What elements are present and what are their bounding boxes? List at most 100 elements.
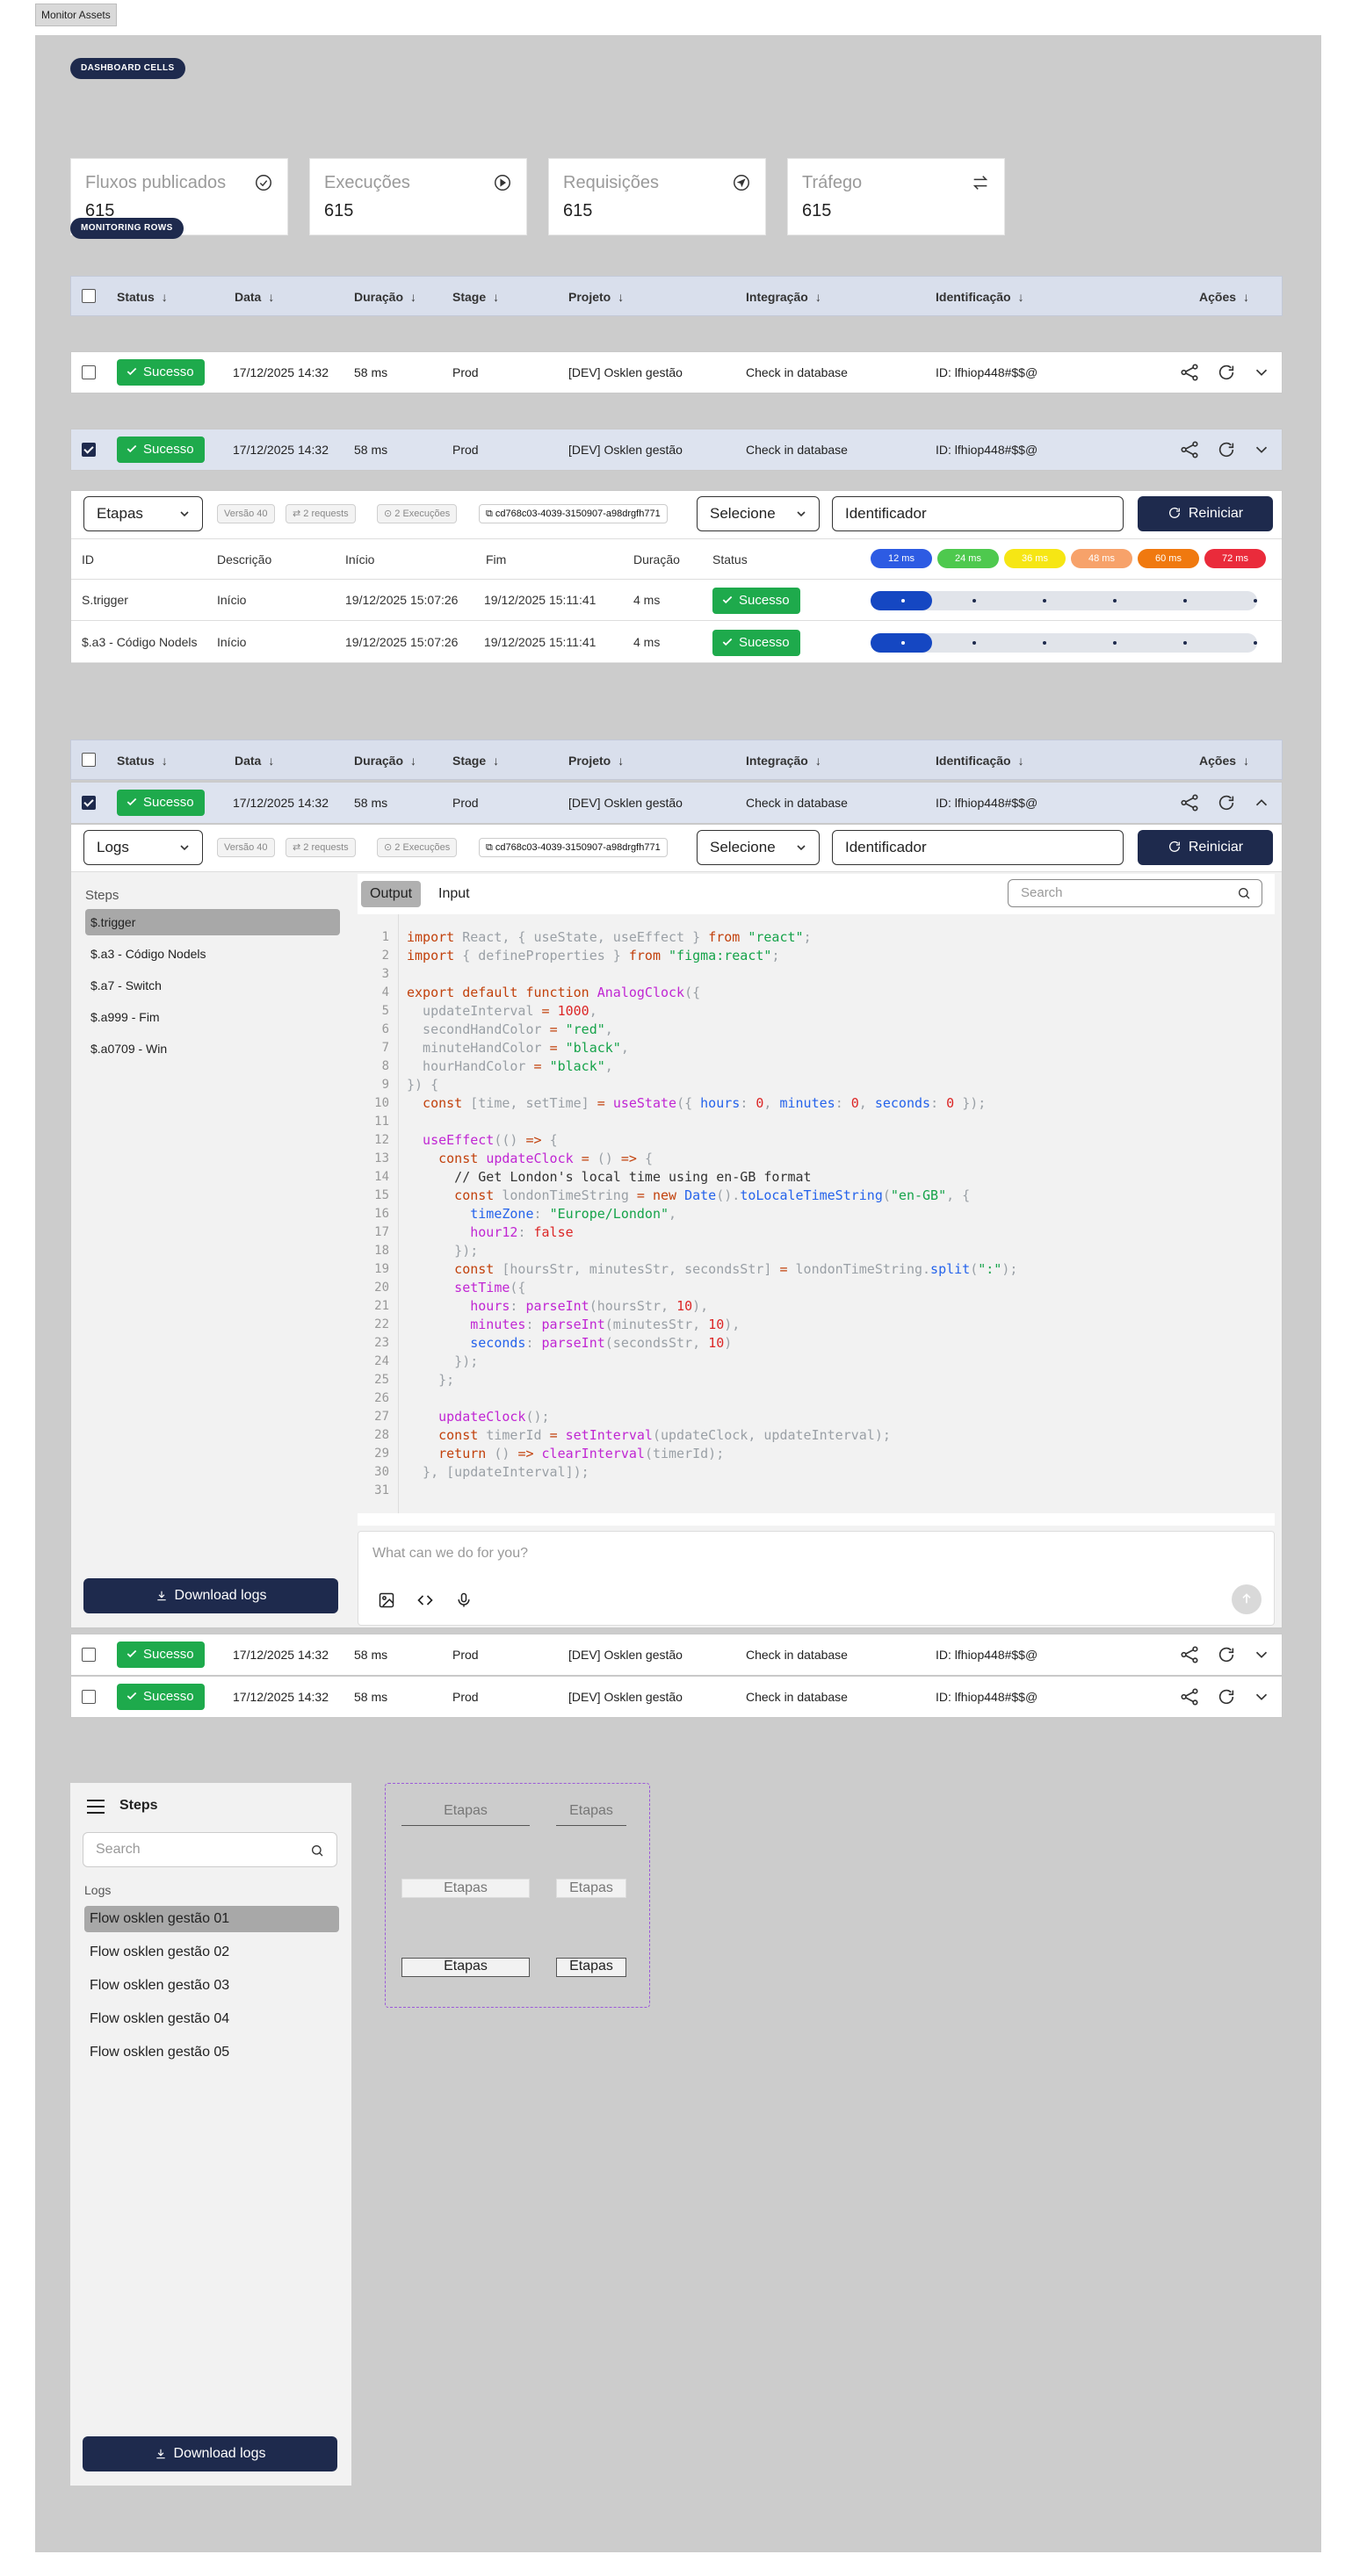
- step-row[interactable]: S.trigger Início 19/12/2025 15:07:26 19/…: [71, 581, 1282, 621]
- share-flow-icon[interactable]: [1180, 1645, 1199, 1664]
- chevron-up-icon[interactable]: [1252, 793, 1271, 812]
- chevron-down-icon[interactable]: [1252, 1687, 1271, 1707]
- share-flow-icon[interactable]: [1180, 440, 1199, 459]
- log-search-input[interactable]: Search: [1008, 879, 1262, 907]
- table-row[interactable]: Sucesso 17/12/2025 14:32 58 ms Prod [DEV…: [70, 1676, 1283, 1718]
- column-header-status[interactable]: Status ↓: [117, 277, 168, 317]
- variant-outlined-wide[interactable]: Etapas: [401, 1958, 530, 1977]
- refresh-icon[interactable]: [1217, 363, 1236, 382]
- log-step-item[interactable]: $.trigger: [85, 909, 340, 935]
- status-badge: Sucesso: [117, 1684, 205, 1710]
- prompt-box[interactable]: What can we do for you?: [358, 1531, 1275, 1626]
- column-header-projeto[interactable]: Projeto ↓: [568, 277, 624, 317]
- table-row[interactable]: Sucesso 17/12/2025 14:32 58 ms Prod [DEV…: [70, 1634, 1283, 1676]
- share-flow-icon[interactable]: [1180, 1687, 1199, 1707]
- timeline-dot: [1113, 599, 1117, 603]
- column-header-integracao[interactable]: Integração ↓: [746, 740, 821, 781]
- chevron-down-icon: [180, 845, 189, 851]
- column-header-duracao[interactable]: Duração ↓: [354, 277, 416, 317]
- column-header-duracao[interactable]: Duração ↓: [354, 740, 416, 781]
- check-icon: [127, 797, 137, 806]
- row-checkbox[interactable]: [82, 1648, 96, 1662]
- filter-select[interactable]: Selecione: [697, 496, 820, 531]
- requests-chip: ⇄ 2 requests: [286, 504, 356, 523]
- code-viewer[interactable]: 1 2 3 4 5 6 7 8 9 10 11 12 13 14 15 16 1…: [358, 914, 1275, 1513]
- sidebar-search-input[interactable]: Search: [83, 1832, 337, 1867]
- timeline-fill: [871, 591, 932, 610]
- variant-underline-narrow[interactable]: Etapas: [556, 1803, 626, 1826]
- download-icon: [156, 1591, 166, 1601]
- restart-button[interactable]: Reiniciar: [1138, 830, 1273, 865]
- flow-list-item[interactable]: Flow osklen gestão 01: [84, 1906, 339, 1932]
- cell-integration: Check in database: [746, 796, 848, 810]
- cell-duration: 58 ms: [354, 1690, 388, 1704]
- step-row[interactable]: $.a3 - Código Nodels Início 19/12/2025 1…: [71, 623, 1282, 663]
- table-row[interactable]: Sucesso 17/12/2025 14:32 58 ms Prod [DEV…: [70, 782, 1283, 824]
- hash-chip[interactable]: ⧉ cd768c03-4039-3150907-a98drgfh771: [479, 838, 668, 857]
- variant-filled-narrow[interactable]: Etapas: [556, 1879, 626, 1898]
- log-step-item[interactable]: $.a3 - Código Nodels: [85, 941, 340, 967]
- table-row[interactable]: Sucesso 17/12/2025 14:32 58 ms Prod [DEV…: [70, 429, 1283, 471]
- hamburger-menu-icon[interactable]: [86, 1799, 105, 1815]
- flow-list-item[interactable]: Flow osklen gestão 04: [84, 2006, 339, 2032]
- restart-button[interactable]: Reiniciar: [1138, 496, 1273, 531]
- download-logs-button[interactable]: Download logs: [83, 1578, 338, 1613]
- log-step-item[interactable]: $.a0709 - Win: [85, 1035, 340, 1062]
- column-header-projeto[interactable]: Projeto ↓: [568, 740, 624, 781]
- send-button[interactable]: [1232, 1584, 1262, 1614]
- swap-arrows-icon: [972, 176, 988, 190]
- row-checkbox[interactable]: [82, 796, 96, 810]
- flow-list-item[interactable]: Flow osklen gestão 05: [84, 2039, 339, 2066]
- refresh-icon[interactable]: [1217, 793, 1236, 812]
- table-row[interactable]: Sucesso 17/12/2025 14:32 58 ms Prod [DEV…: [70, 351, 1283, 393]
- identifier-input[interactable]: Identificador: [832, 830, 1124, 865]
- prompt-input[interactable]: What can we do for you?: [372, 1546, 528, 1562]
- steps-col-end: Fim: [486, 552, 507, 566]
- column-header-status[interactable]: Status ↓: [117, 740, 168, 781]
- microphone-icon[interactable]: [455, 1591, 473, 1609]
- log-step-item[interactable]: $.a999 - Fim: [85, 1004, 340, 1030]
- refresh-icon[interactable]: [1217, 440, 1236, 459]
- row-checkbox[interactable]: [82, 443, 96, 457]
- refresh-icon[interactable]: [1217, 1645, 1236, 1664]
- column-header-acoes[interactable]: Ações ↓: [1199, 277, 1249, 317]
- column-header-stage[interactable]: Stage ↓: [452, 277, 499, 317]
- variant-filled-wide[interactable]: Etapas: [401, 1879, 530, 1898]
- table-header: Status ↓ Data ↓ Duração ↓ Stage ↓ Projeto ↓ I…: [70, 276, 1283, 316]
- column-header-identificacao[interactable]: Identificação ↓: [936, 740, 1024, 781]
- chevron-down-icon[interactable]: [1252, 363, 1271, 382]
- tab-input[interactable]: Input: [438, 881, 470, 907]
- identifier-input[interactable]: Identificador: [832, 496, 1124, 531]
- variant-underline-wide[interactable]: Etapas: [401, 1803, 530, 1826]
- column-header-data[interactable]: Data ↓: [235, 740, 274, 781]
- chevron-down-icon[interactable]: [1252, 440, 1271, 459]
- hash-chip[interactable]: ⧉ cd768c03-4039-3150907-a98drgfh771: [479, 504, 668, 523]
- download-logs-button[interactable]: Download logs: [83, 2436, 337, 2471]
- refresh-icon[interactable]: [1217, 1687, 1236, 1707]
- column-header-data[interactable]: Data ↓: [235, 277, 274, 317]
- search-icon: [1239, 888, 1250, 899]
- view-select[interactable]: Logs: [83, 830, 203, 865]
- chevron-down-icon[interactable]: [1252, 1645, 1271, 1664]
- tab-output[interactable]: Output: [361, 881, 422, 907]
- row-checkbox[interactable]: [82, 1690, 96, 1704]
- view-select[interactable]: Etapas: [83, 496, 203, 531]
- card-title: Requisições: [563, 173, 659, 192]
- share-flow-icon[interactable]: [1180, 363, 1199, 382]
- share-flow-icon[interactable]: [1180, 793, 1199, 812]
- column-header-acoes[interactable]: Ações ↓: [1199, 740, 1249, 781]
- flow-list-item[interactable]: Flow osklen gestão 02: [84, 1939, 339, 1966]
- column-header-identificacao[interactable]: Identificação ↓: [936, 277, 1024, 317]
- select-all-checkbox[interactable]: [82, 289, 96, 303]
- filter-select[interactable]: Selecione: [697, 830, 820, 865]
- code-icon[interactable]: [416, 1591, 434, 1609]
- log-step-item[interactable]: $.a7 - Switch: [85, 972, 340, 999]
- cell-project: [DEV] Osklen gestão: [568, 1648, 683, 1662]
- image-icon[interactable]: [378, 1591, 395, 1609]
- flow-list-item[interactable]: Flow osklen gestão 03: [84, 1973, 339, 1999]
- column-header-stage[interactable]: Stage ↓: [452, 740, 499, 781]
- variant-outlined-narrow[interactable]: Etapas: [556, 1958, 626, 1977]
- column-header-integracao[interactable]: Integração ↓: [746, 277, 821, 317]
- select-all-checkbox[interactable]: [82, 753, 96, 767]
- row-checkbox[interactable]: [82, 365, 96, 379]
